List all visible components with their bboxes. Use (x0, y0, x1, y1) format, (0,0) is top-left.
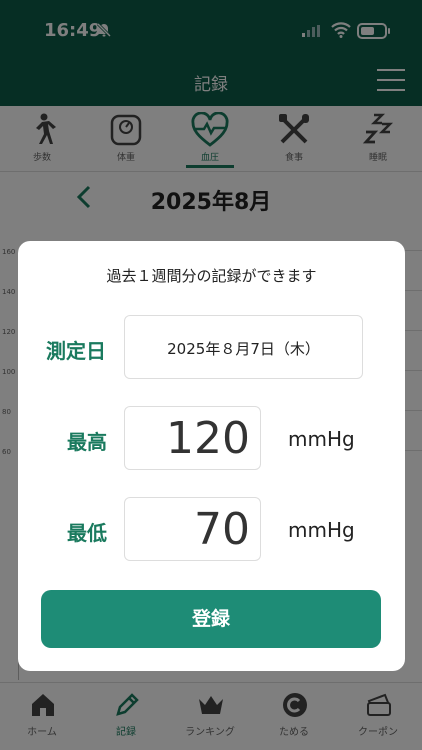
diastolic-unit: mmHg (288, 518, 355, 542)
systolic-unit: mmHg (288, 427, 355, 451)
systolic-value: 120 (166, 413, 250, 464)
date-field[interactable]: 2025年８月7日（木） (124, 315, 363, 379)
date-value: 2025年８月7日（木） (167, 340, 320, 358)
diastolic-value: 70 (194, 504, 250, 555)
modal-heading: 過去１週間分の記録ができます (106, 267, 317, 285)
register-button[interactable]: 登録 (41, 590, 381, 648)
diastolic-input[interactable]: 70 (124, 497, 261, 561)
systolic-input[interactable]: 120 (124, 406, 261, 470)
date-label: 測定日 (46, 339, 106, 363)
systolic-label: 最高 (67, 430, 107, 454)
record-modal: 過去１週間分の記録ができます 測定日 2025年８月7日（木） 最高 120 m… (18, 241, 405, 671)
diastolic-label: 最低 (67, 521, 107, 545)
